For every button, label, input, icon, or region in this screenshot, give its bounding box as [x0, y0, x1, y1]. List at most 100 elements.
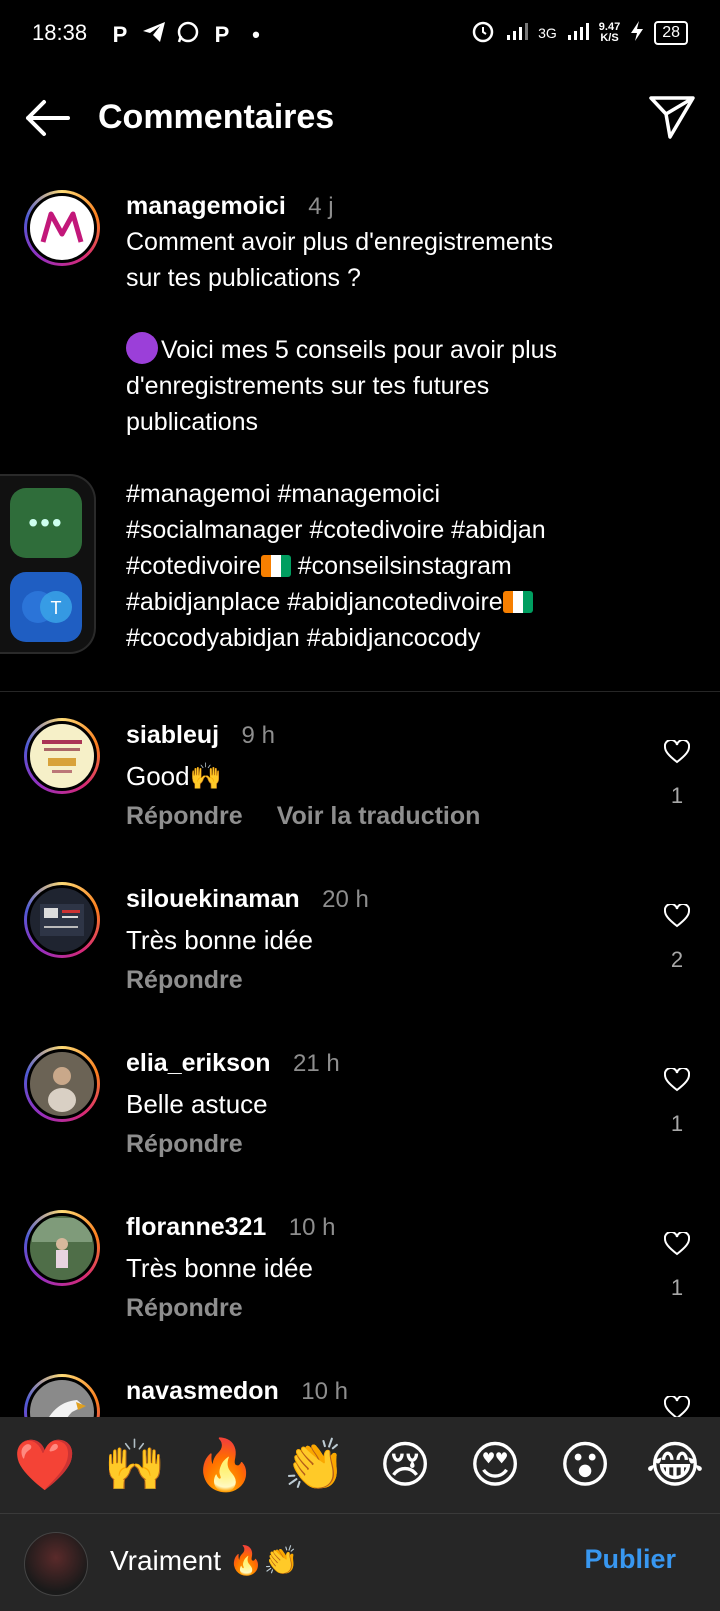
heart-icon[interactable] [663, 1066, 691, 1092]
avatar-image [27, 1213, 97, 1283]
avatar-image [27, 885, 97, 955]
like-count: 1 [670, 1111, 684, 1136]
signal-icon [506, 21, 529, 44]
reply-button[interactable]: Répondre [126, 1130, 243, 1159]
laughing-emoji-button[interactable]: 😂 [640, 1436, 710, 1494]
heart-icon[interactable] [663, 902, 691, 928]
heart-icon[interactable] [663, 738, 691, 764]
surprised-emoji-button[interactable]: 😮 [550, 1436, 620, 1494]
comment-actions: Répondre [126, 1130, 626, 1159]
comment-time: 10 h [288, 1214, 336, 1241]
more-apps-icon[interactable]: ••• [10, 488, 82, 558]
comment-body: floranne321 10 h Très bonne idée Répondr… [126, 1210, 626, 1323]
ivory-coast-flag-icon [502, 591, 533, 613]
battery-indicator: 28 [654, 20, 688, 45]
avatar[interactable] [24, 1046, 100, 1122]
more-notifications-dot: • [252, 22, 260, 47]
caption-username[interactable]: managemoici [126, 192, 286, 220]
back-arrow-icon[interactable] [22, 96, 72, 140]
hashtags-line[interactable]: #socialmanager #cotedivoire #abidjan [126, 512, 646, 548]
emoji-reaction-bar: ❤️ 🙌 🔥 👏 😢 😍 😮 😂 [0, 1417, 720, 1513]
heart-icon[interactable] [663, 1230, 691, 1256]
ivory-coast-flag-icon [260, 555, 291, 577]
like-control: 1 [663, 1066, 691, 1137]
clapping-emoji-button[interactable]: 👏 [280, 1436, 350, 1495]
signal-icon-2 [567, 21, 589, 44]
publish-button[interactable]: Publier [584, 1544, 676, 1575]
reply-button[interactable]: Répondre [126, 966, 243, 995]
avatar-image [27, 721, 97, 791]
caption-line: sur tes publications ? [126, 264, 361, 292]
alarm-icon [470, 18, 496, 47]
avatar[interactable] [24, 718, 100, 794]
caption-line: Voici mes 5 conseils pour avoir plus [126, 332, 646, 368]
heart-emoji-button[interactable]: ❤️ [10, 1436, 80, 1495]
network-speed: 9.47 K/S [598, 20, 621, 44]
network-type: 3G [538, 24, 557, 41]
like-count: 1 [670, 1275, 684, 1300]
charging-icon [630, 20, 644, 45]
hashtags-line[interactable]: #cotedivoire #conseilsinstagram [126, 548, 646, 584]
comment-username[interactable]: floranne321 [126, 1213, 266, 1241]
caption-line: d'enregistrements sur tes futures [126, 372, 490, 400]
see-translation-button[interactable]: Voir la traduction [277, 802, 481, 831]
like-control: 1 [663, 1230, 691, 1301]
comment-item: silouekinaman 20 h Très bonne idée Répon… [0, 882, 720, 1032]
share-send-icon[interactable] [648, 94, 696, 140]
comment-username[interactable]: siableuj [126, 721, 219, 749]
comment-username[interactable]: elia_erikson [126, 1049, 271, 1077]
p-app-icon-2: P [214, 22, 230, 47]
heart-eyes-emoji-button[interactable]: 😍 [460, 1436, 530, 1494]
hashtags-line[interactable]: #cocodyabidjan #abidjancocody [126, 620, 646, 656]
raising-hands-emoji-button[interactable]: 🙌 [100, 1436, 170, 1495]
notification-icons: P P • [108, 20, 268, 50]
header: Commentaires [0, 78, 720, 162]
comment-input[interactable]: Vraiment 🔥👏 [110, 1544, 299, 1577]
like-count: 2 [670, 947, 684, 972]
p-app-icon: P [112, 22, 128, 47]
reply-button[interactable]: Répondre [126, 802, 243, 831]
comment-actions: Répondre [126, 1294, 626, 1323]
telegram-icon [142, 21, 166, 49]
status-time: 18:38 [32, 20, 88, 45]
caption-line: Comment avoir plus d'enregistrements [126, 228, 554, 256]
comment-text: Good🙌 [126, 761, 222, 791]
reply-button[interactable]: Répondre [126, 1294, 243, 1323]
status-bar: 18:38 P P • 3G 9.47 K/S 28 [0, 0, 720, 72]
avatar[interactable] [24, 190, 100, 266]
comment-time: 20 h [322, 886, 369, 913]
crying-emoji-button[interactable]: 😢 [370, 1436, 440, 1494]
whatsapp-icon [176, 20, 200, 50]
fire-emoji-button[interactable]: 🔥 [190, 1436, 260, 1495]
comment-composer: Vraiment 🔥👏 Publier [0, 1513, 720, 1611]
like-count: 1 [670, 783, 684, 808]
comment-item: siableuj 9 h Good🙌 Répondre Voir la trad… [0, 718, 720, 868]
current-user-avatar [24, 1532, 88, 1596]
comment-item: elia_erikson 21 h Belle astuce Répondre … [0, 1046, 720, 1196]
managemoici-logo [27, 193, 97, 263]
avatar[interactable] [24, 1210, 100, 1286]
caption-time: 4 j [308, 193, 334, 220]
comment-body: silouekinaman 20 h Très bonne idée Répon… [126, 882, 626, 995]
comment-text: Très bonne idée [126, 1253, 313, 1283]
comment-time: 9 h [241, 722, 275, 749]
avatar[interactable] [24, 882, 100, 958]
comment-actions: Répondre [126, 966, 626, 995]
comment-body: siableuj 9 h Good🙌 Répondre Voir la trad… [126, 718, 626, 831]
status-right: 3G 9.47 K/S 28 [470, 18, 688, 47]
comment-username[interactable]: navasmedon [126, 1377, 279, 1405]
hashtags-line[interactable]: #abidjanplace #abidjancotedivoire [126, 584, 646, 620]
translate-app-icon[interactable]: T [10, 572, 82, 642]
comment-item: floranne321 10 h Très bonne idée Répondr… [0, 1210, 720, 1360]
comment-body: elia_erikson 21 h Belle astuce Répondre [126, 1046, 626, 1159]
comment-text: Très bonne idée [126, 925, 313, 955]
comment-time: 10 h [301, 1378, 349, 1405]
floating-app-sidebar[interactable]: ••• T [0, 474, 96, 654]
hashtags-line[interactable]: #managemoi #managemoici [126, 476, 646, 512]
comment-text: Belle astuce [126, 1089, 268, 1119]
avatar-image [27, 1049, 97, 1119]
like-control: 1 [663, 738, 691, 809]
comment-username[interactable]: silouekinaman [126, 885, 300, 913]
